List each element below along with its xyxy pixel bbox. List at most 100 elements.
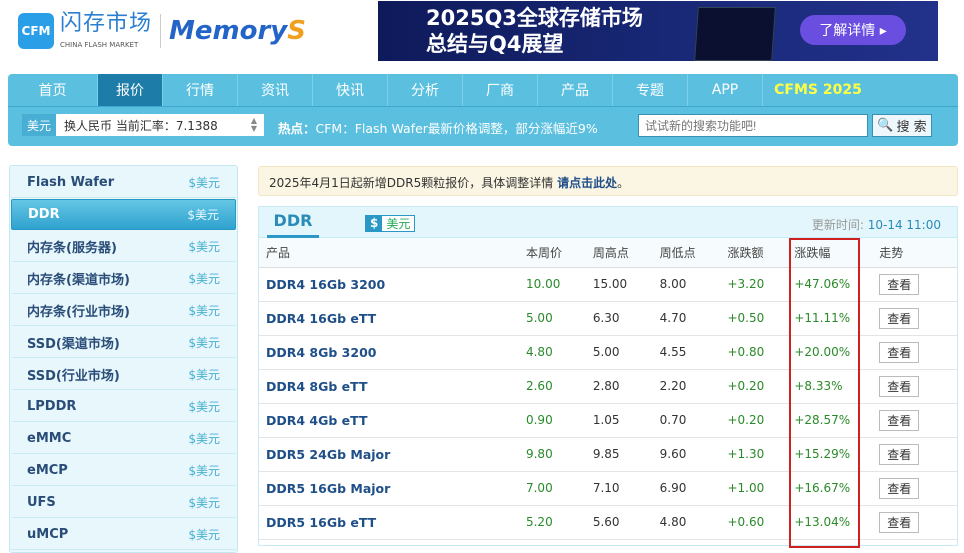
report-cover-image (694, 7, 776, 61)
main-nav: 首页 报价 行情 资讯 快讯 分析 厂商 产品 专题 APP CFMS 2025 美元 换人民币 当… (8, 74, 958, 146)
product-name: DDR4 8Gb 3200 (259, 335, 526, 370)
column-header: 本周价 (525, 238, 593, 268)
nav-item[interactable]: 资讯 (238, 74, 313, 106)
hot-news-link[interactable]: CFM：Flash Wafer最新价格调整，部分涨幅近9% (316, 121, 598, 136)
product-name: DDR4 4Gb eTT (259, 403, 526, 438)
week-high: 6.30 (592, 301, 660, 336)
week-low: 8.00 (659, 267, 728, 302)
ad-banner[interactable]: 2025Q3全球存储市场 总结与Q4展望 了解详情 ▸ (378, 1, 938, 61)
view-trend-button[interactable]: 查看 (879, 375, 920, 397)
nav-item[interactable]: 产品 (538, 74, 613, 106)
this-week-price: 2.60 (525, 369, 593, 404)
view-trend-button[interactable]: 查看 (879, 511, 920, 533)
view-trend-button[interactable]: 查看 (879, 273, 920, 295)
sidebar-item-label: 内存条(渠道市场) (27, 272, 130, 288)
sidebar-item[interactable]: Flash Wafer $美元 (11, 167, 236, 198)
sidebar-item-label: eMMC (27, 430, 72, 446)
sidebar-item-label: UFS (27, 494, 56, 510)
sidebar-item[interactable]: eMMC $美元 (11, 423, 236, 454)
week-low: 2.20 (659, 369, 728, 404)
product-name: DDR4 16Gb eTT (259, 301, 526, 336)
search-input[interactable] (638, 114, 868, 137)
week-low: 6.90 (659, 471, 728, 506)
sidebar-item-label: eMCP (27, 462, 68, 478)
change-amount: +0.60 (727, 505, 795, 540)
week-low: 9.60 (659, 437, 728, 472)
column-header: 走势 (879, 238, 957, 268)
notice-bar: 2025年4月1日起新增DDR5颗粒报价，具体调整详情 请点击此处。 (258, 166, 958, 196)
sidebar-item-currency: $美元 (188, 303, 220, 318)
view-trend-button[interactable]: 查看 (879, 341, 920, 363)
view-trend-button[interactable]: 查看 (879, 307, 920, 329)
week-high: 5.60 (592, 505, 660, 540)
sidebar-item[interactable]: uMCP $美元 (11, 519, 236, 550)
currency-label: 美元 (22, 114, 56, 136)
nav-item[interactable]: 厂商 (463, 74, 538, 106)
banner-details-button[interactable]: 了解详情 ▸ (800, 15, 906, 45)
nav-item[interactable]: 快讯 (313, 74, 388, 106)
nav-item[interactable]: 专题 (613, 74, 688, 106)
sidebar-item-currency: $美元 (188, 495, 220, 510)
trend-cell: 查看 (879, 335, 957, 370)
sidebar-item[interactable]: 内存条(渠道市场) $美元 (11, 263, 236, 294)
notice-link[interactable]: 请点击此处 (557, 176, 617, 190)
category-sidebar: Flash Wafer $美元 DDR $美元 内存条(服务器) $美元 内存条(渠道市场)… (9, 165, 238, 553)
this-week-price: 10.00 (525, 267, 593, 302)
sidebar-item[interactable]: LPDDR $美元 (11, 391, 236, 422)
sidebar-item-currency: $美元 (188, 463, 220, 478)
sidebar-item-currency: $美元 (187, 208, 219, 222)
currency-badge[interactable]: $ 美元 (365, 215, 416, 232)
week-low: 0.70 (659, 403, 728, 438)
cfm-badge: CFM (18, 13, 54, 49)
sidebar-item[interactable]: UFS $美元 (11, 487, 236, 518)
week-high: 15.00 (592, 267, 660, 302)
product-name: DDR5 16Gb Major (259, 471, 526, 506)
spinner-icon[interactable]: ▲ ▼ (244, 114, 264, 136)
sidebar-item-label: DDR (28, 207, 60, 222)
column-header: 涨跌额 (727, 238, 795, 268)
change-amount: +1.00 (727, 471, 795, 506)
sidebar-item-label: 内存条(行业市场) (27, 304, 130, 320)
sidebar-item-currency: $美元 (188, 239, 220, 254)
hot-news[interactable]: 热点：CFM：Flash Wafer最新价格调整，部分涨幅近9% (278, 118, 598, 137)
nav-item[interactable]: 分析 (388, 74, 463, 106)
view-trend-button[interactable]: 查看 (879, 477, 920, 499)
highlight-box (789, 238, 860, 548)
trend-cell: 查看 (879, 437, 957, 472)
week-high: 9.85 (592, 437, 660, 472)
logo-divider (160, 14, 162, 48)
change-amount: +0.50 (727, 301, 795, 336)
tab-ddr[interactable]: DDR (267, 207, 319, 238)
sidebar-item-label: Flash Wafer (27, 174, 115, 190)
sidebar-item[interactable]: SSD(渠道市场) $美元 (11, 327, 236, 358)
nav-divider (8, 106, 958, 107)
site-logo[interactable]: CFM 闪存市场 CHINA FLASH MARKET MemoryS (18, 12, 306, 50)
sidebar-item-label: 内存条(服务器) (27, 240, 117, 256)
nav-item[interactable]: CFMS 2025 (763, 74, 873, 106)
sidebar-item[interactable]: SSD(行业市场) $美元 (11, 359, 236, 390)
sidebar-item[interactable]: eMCP $美元 (11, 455, 236, 486)
change-amount: +0.20 (727, 403, 795, 438)
logo-en: CHINA FLASH MARKET (60, 41, 139, 49)
change-amount: +0.20 (727, 369, 795, 404)
product-name: DDR4 16Gb 3200 (259, 267, 526, 302)
currency-switcher[interactable]: 美元 换人民币 当前汇率：7.1388 ▲ ▼ (22, 114, 264, 136)
sidebar-item-currency: $美元 (188, 271, 220, 286)
sidebar-item-currency: $美元 (188, 431, 220, 446)
view-trend-button[interactable]: 查看 (879, 409, 920, 431)
product-name: DDR4 8Gb eTT (259, 369, 526, 404)
sidebar-item[interactable]: 内存条(服务器) $美元 (11, 231, 236, 262)
exchange-rate-select[interactable]: 换人民币 当前汇率：7.1388 (56, 114, 244, 136)
nav-item[interactable]: 行情 (163, 74, 238, 106)
view-trend-button[interactable]: 查看 (879, 443, 920, 465)
sidebar-item[interactable]: DDR $美元 (11, 199, 236, 230)
search-button[interactable]: 🔍 搜 索 (872, 114, 932, 137)
nav-item[interactable]: APP (688, 74, 763, 106)
sidebar-item[interactable]: 内存条(行业市场) $美元 (11, 295, 236, 326)
nav-item[interactable]: 报价 (98, 74, 163, 106)
week-low: 4.55 (659, 335, 728, 370)
update-time: 更新时间: 10-14 11:00 (811, 218, 941, 232)
week-high: 7.10 (592, 471, 660, 506)
product-name: DDR5 16Gb eTT (259, 505, 526, 540)
nav-item[interactable]: 首页 (8, 74, 98, 106)
